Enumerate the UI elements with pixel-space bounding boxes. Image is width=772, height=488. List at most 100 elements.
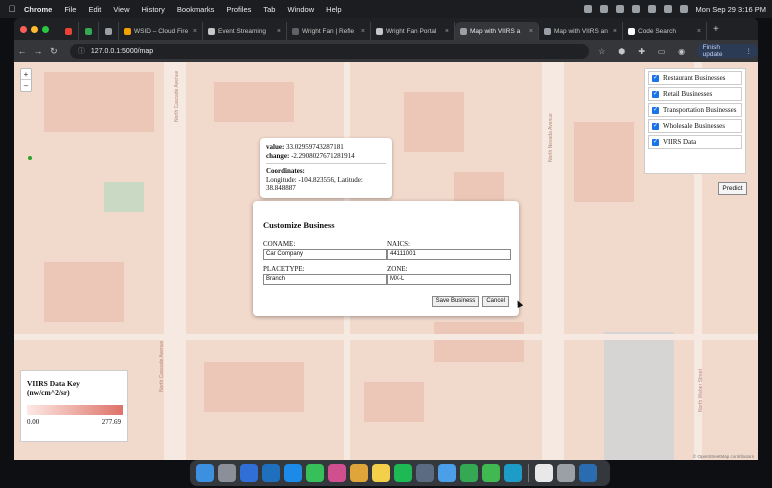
back-icon[interactable]: ← xyxy=(14,46,30,56)
menu-file[interactable]: File xyxy=(64,5,76,14)
launchpad-icon[interactable] xyxy=(218,464,236,482)
trash-icon[interactable] xyxy=(557,464,575,482)
close-tab-icon[interactable]: × xyxy=(613,28,617,35)
menu-clock[interactable]: Mon Sep 29 3:16 PM xyxy=(696,5,766,14)
control-center-icon[interactable] xyxy=(679,5,688,13)
tab-cloud-fire[interactable]: WSID – Cloud Fire × xyxy=(119,22,203,40)
tab-map-viirs-active[interactable]: Map with VIIRS a × xyxy=(455,22,539,40)
notes-icon[interactable] xyxy=(372,464,390,482)
apple-icon[interactable]:  xyxy=(0,4,24,14)
layer-wholesale[interactable]: ✓ Wholesale Businesses xyxy=(648,119,742,133)
close-tab-icon[interactable]: × xyxy=(529,28,533,35)
safari-icon[interactable] xyxy=(240,464,258,482)
numbers-icon[interactable] xyxy=(482,464,500,482)
viirs-popup: value: 33.02959743287181 change: -2.2908… xyxy=(260,138,392,198)
battery-icon[interactable] xyxy=(631,5,640,13)
menu-profiles[interactable]: Profiles xyxy=(226,5,251,14)
close-tab-icon[interactable]: × xyxy=(697,28,701,35)
tab-gmail[interactable] xyxy=(59,22,79,40)
save-business-button[interactable]: Save Business xyxy=(431,296,480,307)
chrome-icon[interactable] xyxy=(460,464,478,482)
reload-icon[interactable]: ↻ xyxy=(46,46,62,57)
extensions-puzzle-icon[interactable]: ✚ xyxy=(635,47,649,56)
menu-edit[interactable]: Edit xyxy=(88,5,101,14)
files-icon[interactable] xyxy=(438,464,456,482)
profile-icon[interactable]: ◉ xyxy=(675,47,689,56)
slack-icon[interactable] xyxy=(328,464,346,482)
layer-viirs[interactable]: ✓ VIIRS Data xyxy=(648,135,742,149)
cloud-icon[interactable] xyxy=(599,5,608,13)
extension-icon[interactable]: ⬢ xyxy=(615,47,629,56)
simulator-icon[interactable] xyxy=(416,464,434,482)
document-icon[interactable] xyxy=(535,464,553,482)
more-menu-icon[interactable]: ⋮ xyxy=(746,47,753,55)
xcode-icon[interactable] xyxy=(284,464,302,482)
zoom-out-button[interactable]: – xyxy=(21,80,31,91)
bookmark-star-icon[interactable]: ☆ xyxy=(595,47,609,56)
photos-icon[interactable] xyxy=(350,464,368,482)
maximize-window-icon[interactable] xyxy=(42,25,49,33)
finish-update-button[interactable]: Finish update ⋮ xyxy=(696,44,758,58)
road xyxy=(14,334,758,340)
spotify-icon[interactable] xyxy=(394,464,412,482)
layer-transportation[interactable]: ✓ Transportation Businesses xyxy=(648,103,742,117)
checkbox-checked-icon[interactable]: ✓ xyxy=(652,139,659,146)
tab-wright-fan-reflex[interactable]: Wright Fan | Refle × xyxy=(287,22,371,40)
bluetooth-icon[interactable] xyxy=(615,5,624,13)
close-tab-icon[interactable]: × xyxy=(277,28,281,35)
map-attribution[interactable]: © OpenStreetMap contributors xyxy=(693,454,754,459)
forward-icon[interactable]: → xyxy=(30,46,46,56)
address-bar[interactable]: ⓘ 127.0.0.1:5000/map xyxy=(69,43,589,59)
vscode-icon[interactable] xyxy=(262,464,280,482)
menu-view[interactable]: View xyxy=(113,5,129,14)
menu-tab[interactable]: Tab xyxy=(263,5,275,14)
close-tab-icon[interactable]: × xyxy=(361,28,365,35)
zone-input[interactable]: MX-L xyxy=(387,274,511,285)
tab-wright-fan-portal[interactable]: Wright Fan Portal × xyxy=(371,22,455,40)
wifi-icon[interactable] xyxy=(647,5,656,13)
tab-code-search[interactable]: Code Search × xyxy=(623,22,707,40)
screen-icon[interactable] xyxy=(579,464,597,482)
tab-globe[interactable] xyxy=(99,22,119,40)
menu-window[interactable]: Window xyxy=(287,5,314,14)
minimize-window-icon[interactable] xyxy=(31,25,38,33)
checkbox-checked-icon[interactable]: ✓ xyxy=(652,123,659,130)
popup-value-label: value: xyxy=(266,143,285,151)
globe-icon xyxy=(105,27,112,35)
map-marker[interactable] xyxy=(28,156,32,160)
menu-app-name[interactable]: Chrome xyxy=(24,5,52,14)
close-tab-icon[interactable]: × xyxy=(193,28,197,35)
browser-icon[interactable] xyxy=(504,464,522,482)
finder-icon[interactable] xyxy=(196,464,214,482)
cancel-button[interactable]: Cancel xyxy=(482,296,509,307)
new-tab-icon[interactable]: + xyxy=(713,24,719,35)
menu-history[interactable]: History xyxy=(142,5,165,14)
zoom-control: + – xyxy=(20,68,32,92)
tab-map-viirs[interactable]: Map with VIIRS an × xyxy=(539,22,623,40)
layer-retail[interactable]: ✓ Retail Businesses xyxy=(648,87,742,101)
menu-bookmarks[interactable]: Bookmarks xyxy=(177,5,215,14)
naics-input[interactable]: 44111001 xyxy=(387,249,511,260)
sidepanel-icon[interactable]: ▭ xyxy=(655,47,669,56)
menu-help[interactable]: Help xyxy=(326,5,341,14)
zoom-in-button[interactable]: + xyxy=(21,69,31,80)
record-icon[interactable] xyxy=(583,5,592,13)
close-window-icon[interactable] xyxy=(20,25,27,33)
browser-toolbar: ← → ↻ ⓘ 127.0.0.1:5000/map ☆ ⬢ ✚ ▭ ◉ Fin… xyxy=(14,40,758,62)
map-canvas[interactable]: North Cascade Avenue North Cascade Avenu… xyxy=(14,62,758,460)
checkbox-checked-icon[interactable]: ✓ xyxy=(652,107,659,114)
close-tab-icon[interactable]: × xyxy=(445,28,449,35)
zone-label: ZONE: xyxy=(387,265,408,273)
messages-icon[interactable] xyxy=(306,464,324,482)
placetype-input[interactable]: Branch xyxy=(263,274,387,285)
site-info-icon[interactable]: ⓘ xyxy=(78,46,85,56)
field-row: CONAME: Car Company NAICS: 44111001 xyxy=(263,240,511,265)
search-icon[interactable] xyxy=(663,5,672,13)
checkbox-checked-icon[interactable]: ✓ xyxy=(652,75,659,82)
coname-input[interactable]: Car Company xyxy=(263,249,387,260)
predict-button[interactable]: Predict xyxy=(718,182,747,195)
layer-restaurant[interactable]: ✓ Restaurant Businesses xyxy=(648,71,742,85)
tab-drive[interactable] xyxy=(79,22,99,40)
tab-event-streaming[interactable]: Event Streaming × xyxy=(203,22,287,40)
checkbox-checked-icon[interactable]: ✓ xyxy=(652,91,659,98)
